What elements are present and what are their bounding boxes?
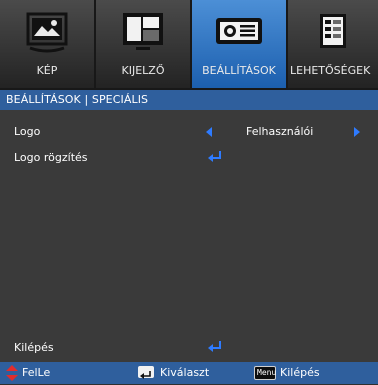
tab-beallitasok[interactable]: BEÁLLÍTÁSOK [192,0,286,88]
tab-kijelzo[interactable]: KIJELZŐ [96,0,190,88]
tab-label-beallitasok: BEÁLLÍTÁSOK [202,64,276,77]
left-arrow-icon[interactable] [206,127,212,137]
up-down-arrow-icon [6,365,18,381]
logo-value: Felhasználói [246,125,314,138]
menu-row-logo-rogzites[interactable]: Logo rögzítés [0,146,378,170]
breadcrumb-text: BEÁLLÍTÁSOK | SPECIÁLIS [6,93,149,106]
menu-key-icon: Menu [254,366,276,380]
footer-nav-label: FelLe [22,366,51,379]
document-icon [320,14,346,48]
enter-icon[interactable] [206,340,224,354]
tab-label-kep: KÉP [36,64,58,77]
projector-icon [216,18,262,44]
footer-select-label: Kiválaszt [160,366,210,379]
tab-lehetosegek[interactable]: LEHETŐSÉGEK [288,0,378,88]
display-icon [123,13,163,50]
menu-panel: Logo Felhasználói Logo rögzítés Kilépés [0,110,378,362]
menu-label-logo: Logo [14,125,41,138]
menu-key-label: Menu [257,368,277,377]
tab-label-lehetosegek: LEHETŐSÉGEK [290,64,371,77]
right-arrow-icon[interactable] [354,127,360,137]
breadcrumb: BEÁLLÍTÁSOK | SPECIÁLIS [0,90,378,110]
picture-icon [26,12,68,53]
menu-row-logo[interactable]: Logo Felhasználói [0,120,378,144]
footer-bar: FelLe Kiválaszt Menu Kilépés [0,362,378,384]
footer-exit-label: Kilépés [280,366,320,379]
menu-label-logo-rogzites: Logo rögzítés [14,151,88,164]
enter-key-icon [138,366,154,379]
menu-row-kilepes[interactable]: Kilépés [0,336,378,360]
tab-kep[interactable]: KÉP [0,0,94,88]
enter-icon[interactable] [206,150,224,164]
menu-label-kilepes: Kilépés [14,341,54,354]
osd-menu: KÉP KIJELZŐ BEÁLLÍTÁSOK LEHETŐSÉGEK BEÁL… [0,0,378,384]
tab-label-kijelzo: KIJELZŐ [121,64,165,77]
tab-bar: KÉP KIJELZŐ BEÁLLÍTÁSOK LEHETŐSÉGEK [0,0,378,90]
